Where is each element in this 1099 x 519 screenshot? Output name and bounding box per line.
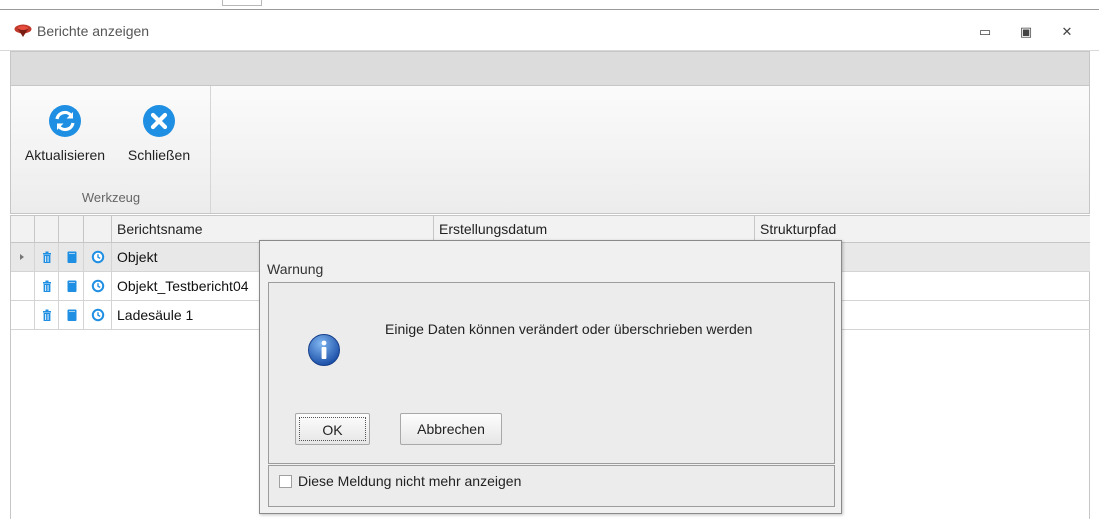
clock-icon[interactable] (91, 279, 105, 293)
warning-dialog: Warnung Einige Daten können verändert od… (259, 240, 842, 514)
dialog-title: Warnung (267, 261, 324, 277)
dont-show-again-checkbox[interactable] (279, 475, 292, 488)
row-indicator-cell[interactable] (11, 301, 35, 329)
info-icon (308, 334, 340, 366)
ribbon-group-label: Werkzeug (81, 190, 141, 205)
trash-icon[interactable] (40, 308, 54, 322)
header-time-cell (84, 216, 112, 243)
header-delete-cell (35, 216, 59, 243)
header-indicator-cell (11, 216, 35, 243)
background-window-fragment (222, 0, 262, 6)
document-icon[interactable] (65, 308, 79, 322)
table-header: Berichtsname Erstellungsdatum Strukturpf… (11, 215, 1090, 243)
document-icon[interactable] (65, 279, 79, 293)
document-cell[interactable] (59, 301, 84, 329)
close-window-button[interactable]: ✕ (1057, 23, 1077, 41)
maximize-button[interactable]: ▣ (1016, 23, 1036, 41)
column-header-strukturpfad[interactable]: Strukturpfad (755, 216, 1090, 243)
cancel-button[interactable]: Abbrechen (400, 413, 502, 445)
ok-button-label: OK (299, 417, 366, 441)
close-icon (143, 105, 175, 137)
minimize-button[interactable]: ▭ (975, 23, 995, 41)
clock-icon[interactable] (91, 308, 105, 322)
app-logo-icon (14, 24, 32, 37)
dont-show-again-label[interactable]: Diese Meldung nicht mehr anzeigen (298, 473, 521, 489)
ribbon-toolbar: Aktualisieren Schließen Werkzeug (10, 86, 1090, 214)
column-header-erstellungsdatum[interactable]: Erstellungsdatum (434, 216, 755, 243)
refresh-icon (49, 105, 81, 137)
clock-cell[interactable] (84, 272, 112, 300)
dialog-message: Einige Daten können verändert oder übers… (385, 321, 753, 337)
close-button[interactable]: Schließen (119, 104, 199, 163)
refresh-button[interactable]: Aktualisieren (23, 104, 107, 163)
row-pointer-icon (20, 254, 24, 260)
header-doc-cell (59, 216, 84, 243)
document-cell[interactable] (59, 272, 84, 300)
ok-button[interactable]: OK (295, 413, 370, 445)
dialog-message-panel: Einige Daten können verändert oder übers… (268, 282, 835, 464)
trash-cell[interactable] (35, 301, 59, 329)
window-titlebar: Berichte anzeigen ▭ ▣ ✕ (0, 11, 1099, 51)
window-title: Berichte anzeigen (37, 23, 150, 39)
document-cell[interactable] (59, 243, 84, 271)
clock-cell[interactable] (84, 301, 112, 329)
document-icon[interactable] (65, 250, 79, 264)
trash-icon[interactable] (40, 250, 54, 264)
menu-bar (10, 51, 1090, 86)
row-indicator-cell[interactable] (11, 272, 35, 300)
trash-cell[interactable] (35, 272, 59, 300)
clock-icon[interactable] (91, 250, 105, 264)
clock-cell[interactable] (84, 243, 112, 271)
background-window-strip (0, 0, 1099, 10)
close-label: Schließen (127, 147, 191, 163)
trash-icon[interactable] (40, 279, 54, 293)
trash-cell[interactable] (35, 243, 59, 271)
refresh-label: Aktualisieren (24, 147, 106, 163)
ribbon-group-werkzeug: Aktualisieren Schließen Werkzeug (11, 86, 211, 213)
column-header-berichtsname[interactable]: Berichtsname (112, 216, 434, 243)
row-indicator-cell[interactable] (11, 243, 35, 271)
